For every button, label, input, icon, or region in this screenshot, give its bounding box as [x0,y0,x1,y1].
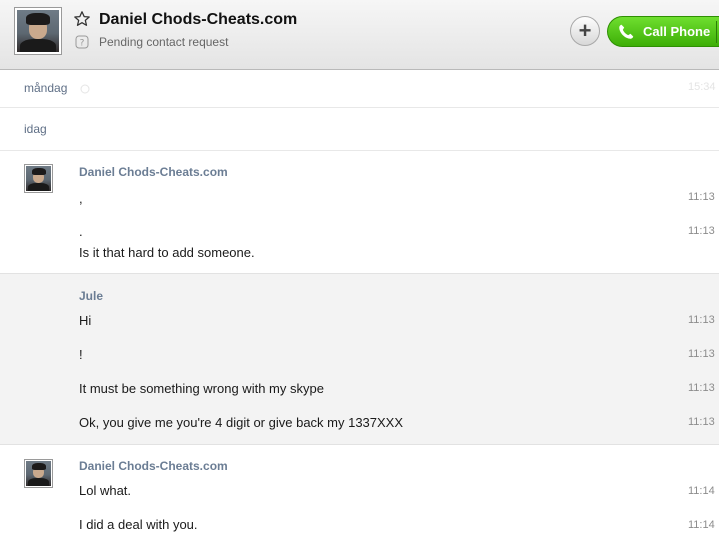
sender-avatar[interactable] [24,164,53,193]
message-time: 11:14 [688,519,715,531]
message-text: I did a deal with you. [79,517,198,532]
day-label: idag [24,122,47,136]
message-group: Daniel Chods-Cheats.com Lol what. 11:14 … [0,445,719,533]
message-group: Daniel Chods-Cheats.com , 11:13 . 11:13 … [0,151,719,273]
add-participant-button[interactable]: + [570,16,600,46]
sender-name[interactable]: Daniel Chods-Cheats.com [79,165,228,179]
message-time: 11:13 [688,191,715,203]
message-group: Jule Hi 11:13 ! 11:13 It must be somethi… [0,273,719,445]
message-text: ! [79,347,83,362]
message-time: 11:13 [688,416,715,428]
contact-name[interactable]: Daniel Chods-Cheats.com [99,11,297,29]
clock-icon [80,84,90,94]
phone-icon [619,24,634,39]
message-time: 11:13 [688,314,715,326]
message-text: . [79,224,83,239]
message-time: 11:13 [688,225,715,237]
sender-name[interactable]: Daniel Chods-Cheats.com [79,459,228,473]
call-phone-button[interactable]: Call Phone [607,16,719,47]
day-separator: måndag 15:34 [0,70,719,108]
contact-avatar[interactable] [14,7,62,55]
day-time: 15:34 [688,81,716,93]
message-text: Is it that hard to add someone. [79,245,255,260]
message-time: 11:13 [688,382,715,394]
call-phone-label: Call Phone [643,24,711,39]
message-text: Ok, you give me you're 4 digit or give b… [79,415,404,430]
message-text: , [79,191,83,206]
pending-request-icon: ? [75,35,89,49]
contact-status: Pending contact request [99,35,229,49]
add-icon: + [578,18,592,43]
message-time: 11:14 [688,485,715,497]
day-label: måndag [24,81,68,95]
message-time: 11:13 [688,348,715,360]
message-text: Lol what. [79,483,132,498]
message-text: It must be something wrong with my skype [79,381,324,396]
sender-avatar[interactable] [24,459,53,488]
sender-name[interactable]: Jule [79,289,103,303]
day-separator: idag [0,108,719,151]
conversation-header: Daniel Chods-Cheats.com ? Pending contac… [0,0,719,70]
svg-text:?: ? [80,39,85,49]
message-text: Hi [79,313,92,328]
star-icon[interactable] [73,10,91,28]
